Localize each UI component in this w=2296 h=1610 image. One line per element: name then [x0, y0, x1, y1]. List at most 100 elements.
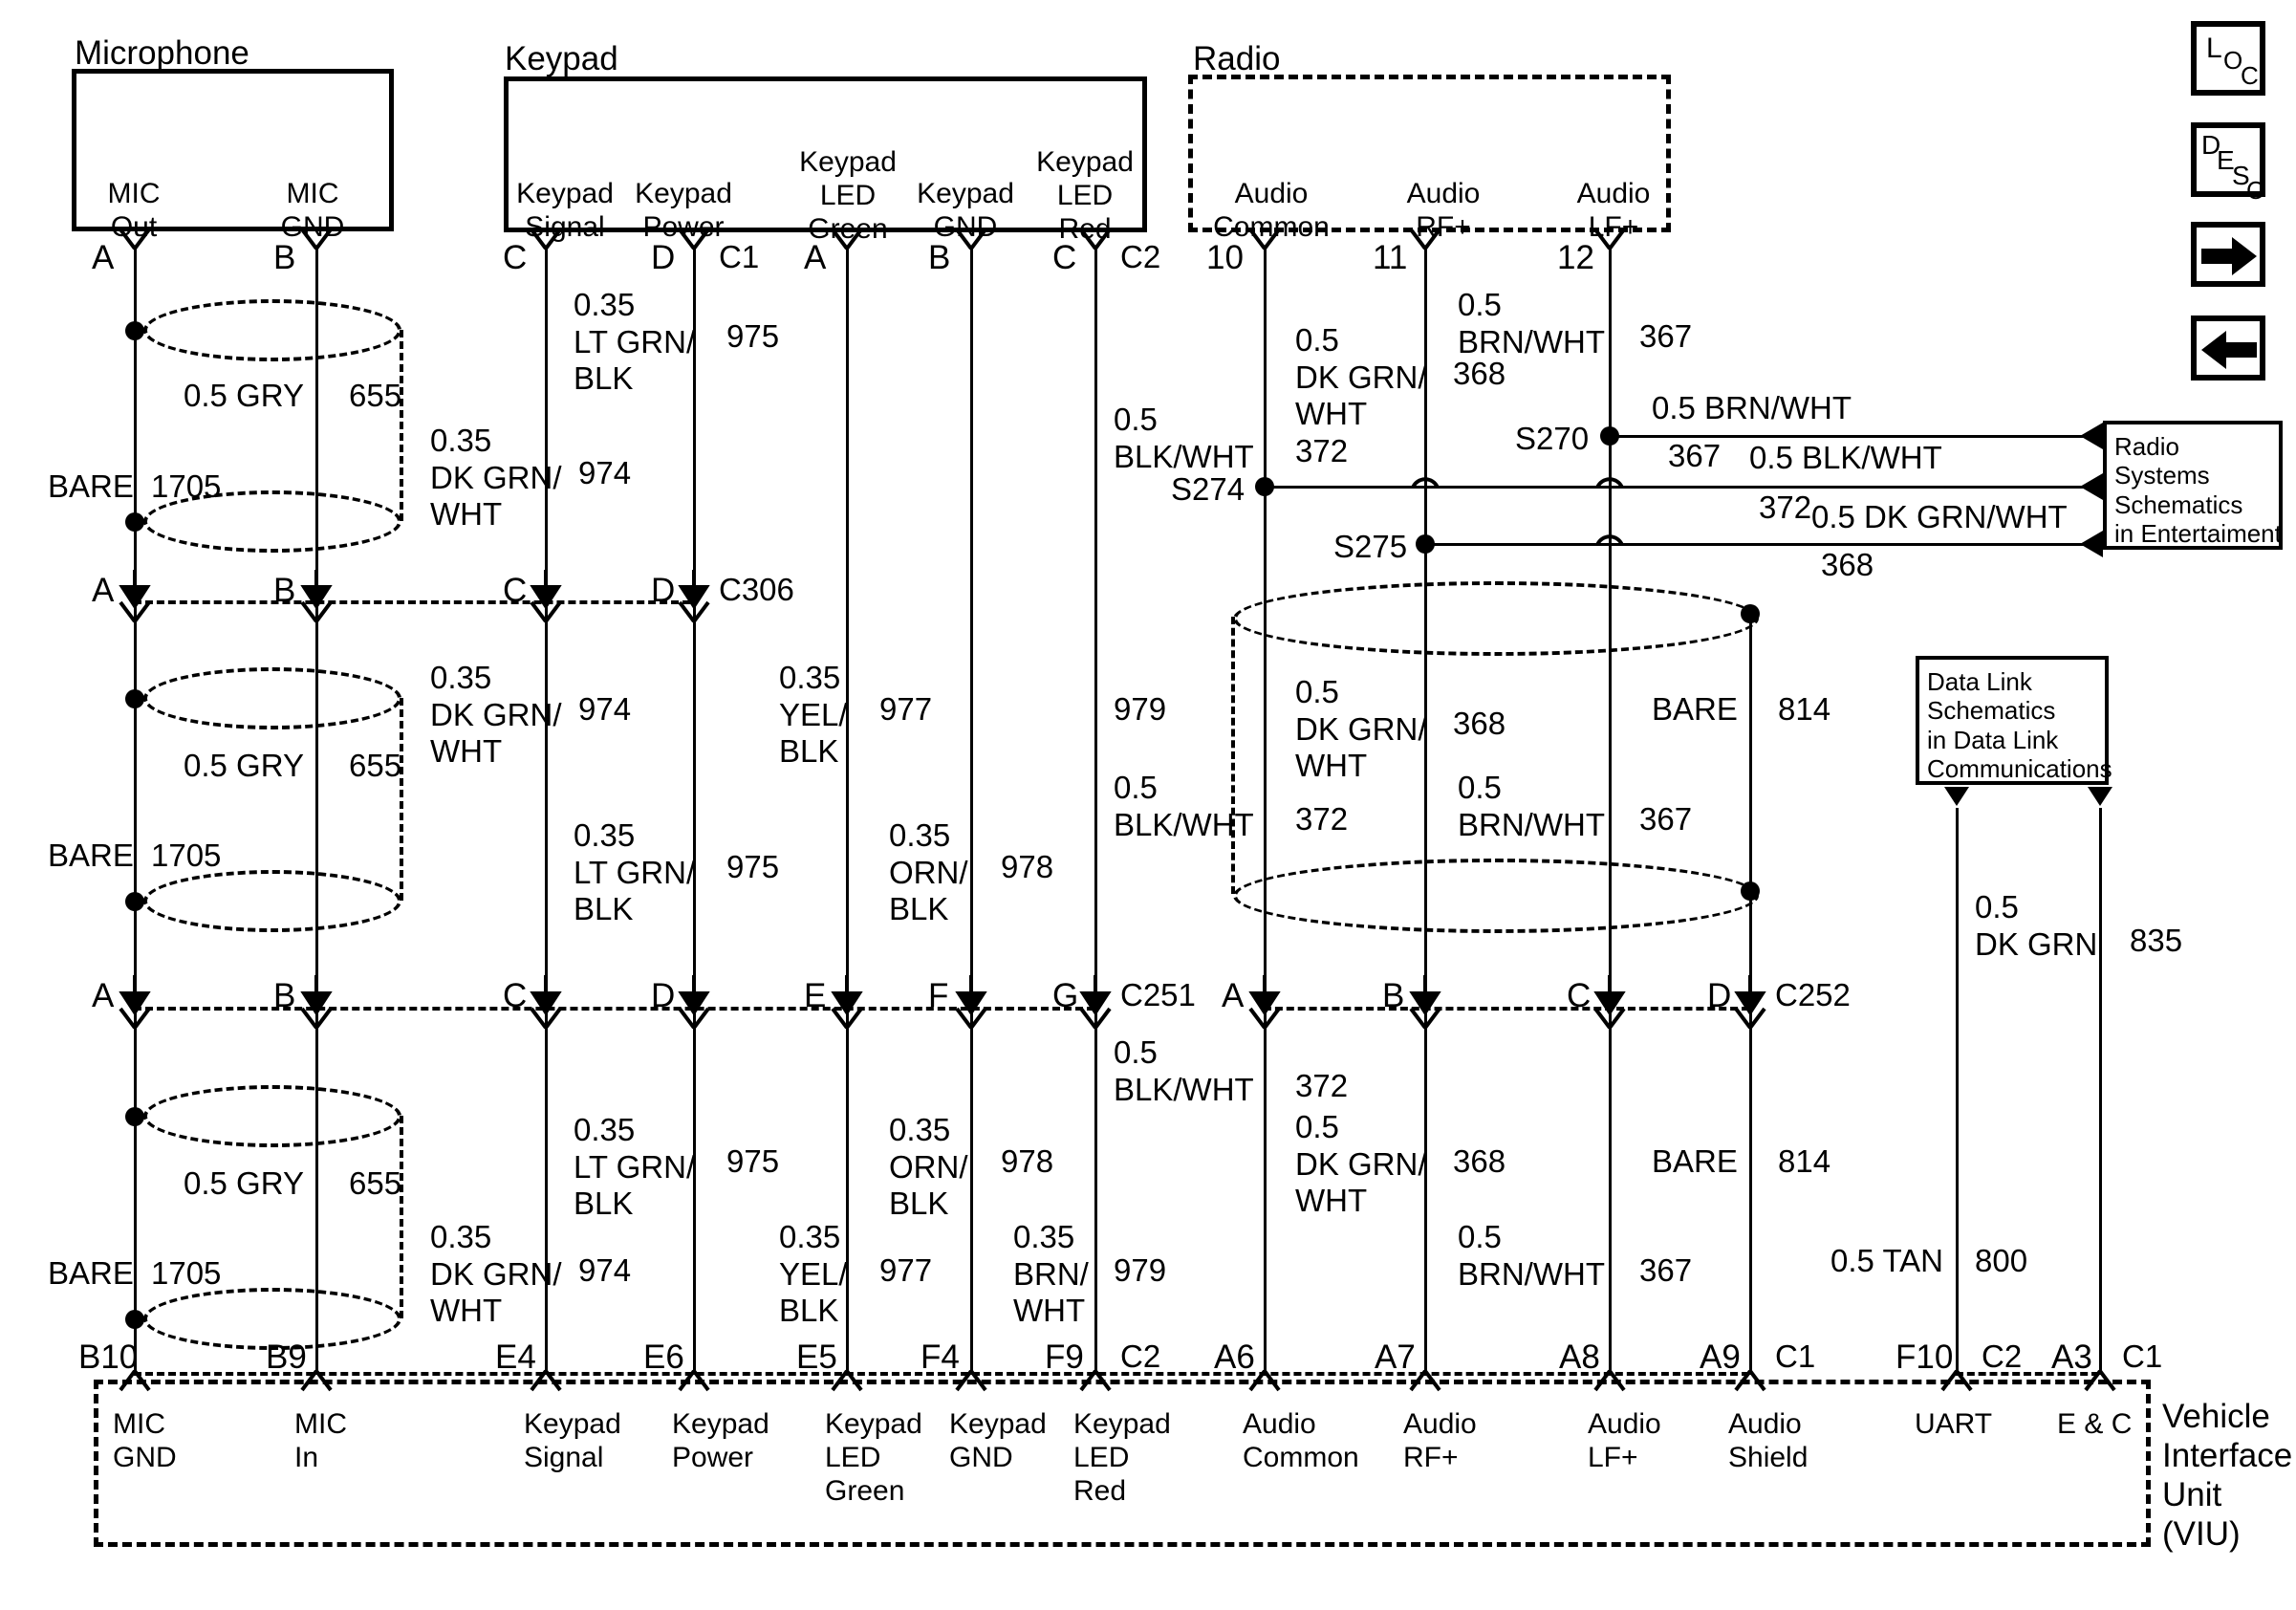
c252-pin-d: D: [1707, 977, 1732, 1014]
label-rad-367-top-circuit: 367: [1639, 318, 1693, 354]
viu-label-audio-rf: Audio RF+: [1403, 1408, 1477, 1474]
keypad-title: Keypad: [505, 40, 618, 77]
c251-connector-id: C251: [1120, 977, 1196, 1012]
viu-label-mic-gnd: MIC GND: [113, 1408, 177, 1474]
c251-pin-d: D: [651, 977, 676, 1014]
label-rad-367-mid-circuit: 367: [1639, 801, 1693, 837]
label-dl-835-circuit: 835: [2130, 923, 2183, 958]
label-out-372-spec: 0.5 BLK/WHT: [1749, 440, 1942, 475]
viu-pin-ref-a8: A8: [1559, 1338, 1600, 1376]
viu-label-keypad-power: Keypad Power: [672, 1408, 769, 1474]
label-rad-368-top-circuit: 368: [1453, 356, 1506, 391]
viu-label-audio-lf: Audio LF+: [1588, 1408, 1661, 1474]
pin-ref-kp-d: D: [651, 239, 676, 276]
twist-bracket-mic-2: [400, 698, 403, 901]
label-mic-gry-top-circuit: 655: [349, 378, 402, 413]
wire-1705-col: [315, 247, 318, 1375]
wire-372-col: [1264, 247, 1267, 1375]
wire-835-col: [1956, 808, 1959, 1375]
viu-label-uart: UART: [1915, 1408, 1993, 1440]
wire-978-col: [970, 247, 973, 1375]
viu-pin-ref-e6: E6: [643, 1338, 684, 1376]
label-kp-977-mid-circuit: 977: [879, 691, 933, 727]
label-kp-977-bot-spec: 0.35 YEL/BLK: [779, 1219, 848, 1329]
label-dl-800-circuit: 800: [1975, 1243, 2028, 1278]
c252-connector-id: C252: [1775, 977, 1851, 1012]
connector-c306-symbols: [119, 570, 710, 623]
loc-button[interactable]: L O C: [2191, 21, 2265, 96]
label-dl-800-spec: 0.5 TAN: [1830, 1243, 1943, 1278]
microphone-title: Microphone: [75, 34, 249, 72]
wire-974-col: [545, 247, 548, 1375]
data-link-arrow-800: [2088, 787, 2112, 806]
wire-800-col: [2099, 808, 2102, 1375]
label-kp-974-mid-circuit: 974: [578, 691, 632, 727]
arrow-left-icon: [2201, 331, 2257, 369]
label-rad-372-bot-circuit: 372: [1295, 1068, 1349, 1103]
label-rad-367-mid-spec: 0.5 BRN/WHT: [1458, 770, 1605, 842]
pin-ref-kp-a: A: [804, 239, 827, 276]
radio-title: Radio: [1193, 40, 1281, 77]
viu-conn-c2-keypad: C2: [1120, 1338, 1161, 1374]
viu-pin-ref-f4: F4: [921, 1338, 960, 1376]
data-link-arrow-835: [1944, 787, 1969, 806]
viu-pin-ref-b10: B10: [78, 1338, 139, 1376]
viu-pin-ref-a3: A3: [2051, 1338, 2092, 1376]
desc-button[interactable]: D E S C: [2191, 122, 2265, 205]
splice-dot-mic-4: [125, 892, 144, 911]
viu-conn-c1-audio: C1: [1775, 1338, 1816, 1374]
label-rad-372-mid-circuit: 372: [1295, 801, 1349, 837]
radio-systems-ref-text: Radio Systems Schematics in Entertaiment: [2114, 432, 2282, 549]
label-rad-368-bot-circuit: 368: [1453, 1143, 1506, 1179]
label-mic-gry-mid-spec: 0.5 GRY: [184, 748, 304, 783]
twist-ellipse-mic-3: [143, 667, 401, 729]
label-kp-975-bot-spec: 0.35 LT GRN/BLK: [574, 1112, 696, 1222]
splice-dot-s270: [1600, 426, 1619, 446]
viu-pin-ref-a6: A6: [1214, 1338, 1255, 1376]
label-mic-gry-top-spec: 0.5 GRY: [184, 378, 304, 413]
c251-pin-b: B: [273, 977, 296, 1014]
pin-ref-kp-c2-letter: C: [1052, 239, 1077, 276]
label-kp-978-mid-circuit: 978: [1001, 849, 1054, 884]
label-kp-975-mid-circuit: 975: [726, 849, 780, 884]
twist-ellipse-mic-4: [143, 870, 401, 932]
viu-pin-ref-e4: E4: [495, 1338, 536, 1376]
prev-button[interactable]: [2191, 315, 2265, 381]
c251-pin-a: A: [92, 977, 115, 1014]
label-out-367-spec: 0.5 BRN/WHT: [1652, 390, 1852, 425]
pin-ref-kp-b: B: [928, 239, 951, 276]
viu-conn-c1-ec: C1: [2122, 1338, 2163, 1374]
label-kp-979-bot-spec: 0.35 BRN/WHT: [1013, 1219, 1089, 1329]
label-kp-979-bot-circuit: 979: [1114, 1252, 1167, 1288]
label-rad-814-bot-spec: BARE: [1652, 1143, 1738, 1179]
loc-button-label: L: [2206, 33, 2222, 64]
twist-ellipse-radio-2: [1233, 859, 1759, 933]
label-rad-814-bot-circuit: 814: [1778, 1143, 1831, 1179]
label-mic-gry-mid-circuit: 655: [349, 748, 402, 783]
label-kp-978-bot-circuit: 978: [1001, 1143, 1054, 1179]
wire-977-col: [846, 247, 849, 1375]
label-kp-974-bot-circuit: 974: [578, 1252, 632, 1288]
viu-pin-ref-f10: F10: [1895, 1338, 1954, 1376]
viu-label-ec: E & C: [2057, 1408, 2133, 1440]
label-rad-372-bot-spec: 0.5 BLK/WHT: [1114, 1034, 1254, 1107]
label-dl-835-spec: 0.5 DK GRN: [1975, 889, 2098, 962]
pin-ref-kp-c: C: [503, 239, 528, 276]
viu-label-keypad-signal: Keypad Signal: [524, 1408, 621, 1474]
twist-bracket-radio: [1231, 617, 1235, 894]
label-kp-974-bot-spec: 0.35 DK GRN/WHT: [430, 1219, 562, 1329]
twist-ellipse-mic-1: [143, 299, 401, 361]
pin-ref-mic-b: B: [273, 239, 296, 276]
pin-conn-kp-c1: C1: [719, 239, 760, 274]
c306-pin-b: B: [273, 572, 296, 609]
twist-ellipse-mic-5: [143, 1085, 401, 1147]
wire-367-col: [1609, 247, 1612, 1375]
viu-pin-ref-a9: A9: [1700, 1338, 1741, 1376]
label-rad-367-bot-spec: 0.5 BRN/WHT: [1458, 1219, 1605, 1292]
c306-pin-d: D: [651, 572, 676, 609]
splice-dot-mic-6: [125, 1310, 144, 1329]
label-out-368-spec: 0.5 DK GRN/WHT: [1811, 499, 2068, 534]
twist-ellipse-radio-1: [1233, 581, 1759, 656]
label-mic-bare-bot-circuit: 1705: [151, 1255, 222, 1291]
label-rad-368-mid-spec: 0.5 DK GRN/WHT: [1295, 674, 1427, 784]
